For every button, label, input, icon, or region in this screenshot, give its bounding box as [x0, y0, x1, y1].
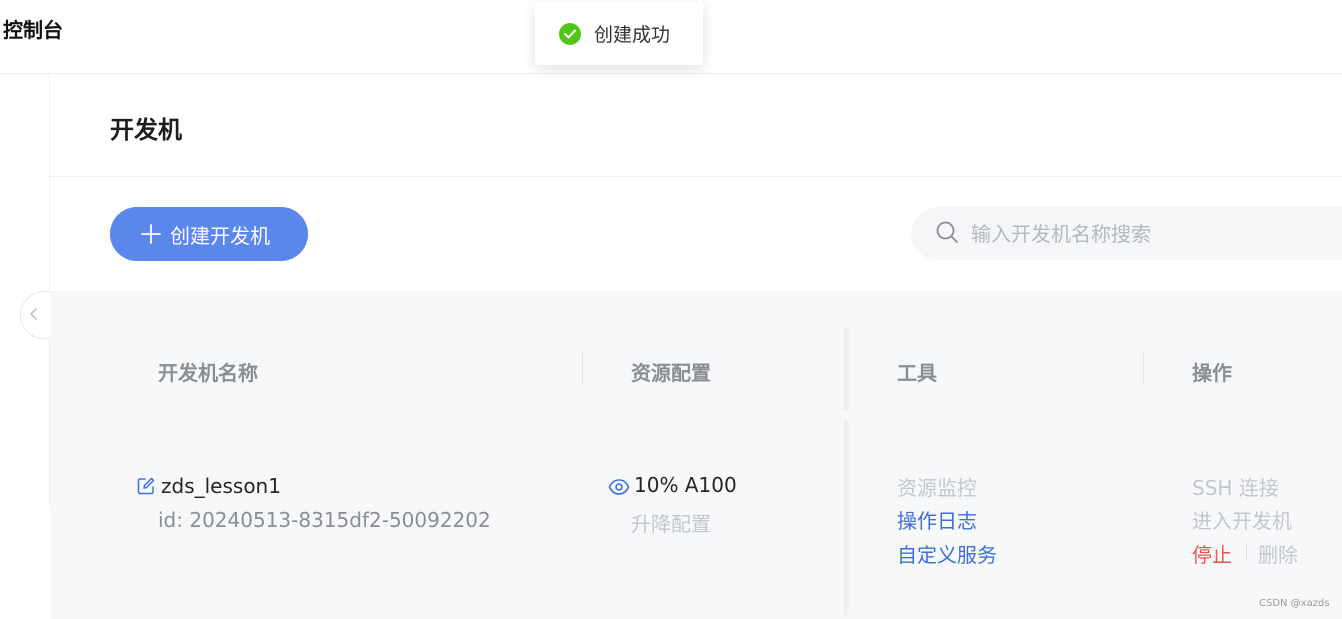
action-divider — [1246, 544, 1247, 560]
chevron-left-icon — [29, 306, 39, 325]
search-box — [911, 207, 1342, 260]
check-circle-icon — [559, 22, 581, 45]
app-title: 控制台 — [3, 18, 63, 42]
column-header-name: 开发机名称 — [158, 361, 258, 385]
column-separator[interactable] — [1143, 351, 1144, 385]
create-devbox-button[interactable]: 创建开发机 — [110, 207, 308, 261]
ssh-connect-link[interactable]: SSH 连接 — [1192, 472, 1279, 501]
create-button-label: 创建开发机 — [170, 223, 270, 248]
search-input[interactable] — [969, 220, 1329, 247]
page-title: 开发机 — [110, 116, 182, 144]
eye-icon[interactable] — [608, 477, 630, 502]
resource-config: 10% A100 — [634, 473, 737, 497]
devbox-id: id: 20240513-8315df2-50092202 — [158, 508, 491, 532]
watermark: CSDN @xazds — [1259, 598, 1330, 609]
custom-service-link[interactable]: 自定义服务 — [897, 539, 997, 568]
enter-devbox-link[interactable]: 进入开发机 — [1192, 505, 1292, 534]
devbox-name: zds_lesson1 — [161, 474, 281, 498]
stop-button[interactable]: 停止 — [1192, 539, 1232, 568]
column-separator[interactable] — [582, 351, 583, 385]
fixed-column-shadow — [844, 420, 850, 615]
column-header-resource: 资源配置 — [631, 361, 711, 385]
delete-button[interactable]: 删除 — [1258, 539, 1298, 568]
resize-config-link[interactable]: 升降配置 — [631, 508, 711, 537]
edit-name-icon[interactable] — [136, 476, 156, 501]
toast-message: 创建成功 — [594, 24, 671, 46]
success-toast: 创建成功 — [535, 2, 703, 65]
operation-logs-link[interactable]: 操作日志 — [897, 505, 977, 534]
title-divider — [50, 176, 1342, 177]
column-header-tools: 工具 — [897, 361, 937, 385]
search-icon — [935, 220, 959, 248]
resource-monitor-link[interactable]: 资源监控 — [897, 472, 977, 501]
plus-icon — [140, 223, 162, 245]
column-header-actions: 操作 — [1192, 361, 1232, 385]
fixed-column-shadow — [844, 327, 850, 410]
